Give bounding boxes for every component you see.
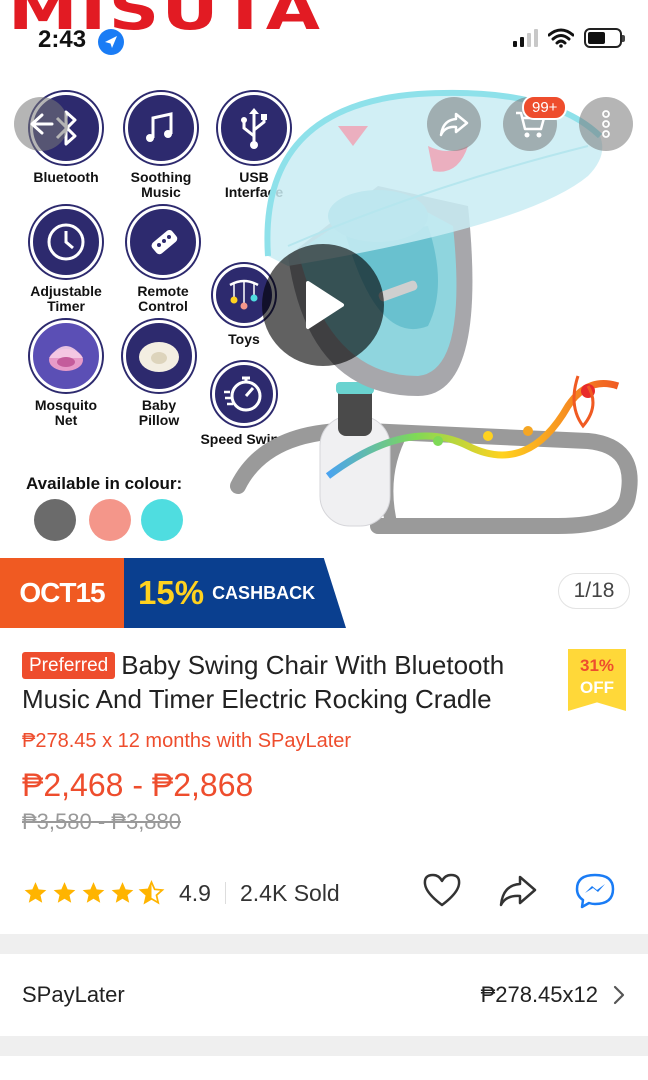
installment-text: ₱278.45 x 12 months with SPayLater <box>22 730 352 752</box>
cart-count-badge: 99+ <box>522 95 568 120</box>
spaylater-label: SPayLater <box>22 982 125 1007</box>
promo-date: OCT15 <box>19 577 105 608</box>
play-icon <box>306 281 344 329</box>
discount-off-label: OFF <box>580 678 614 697</box>
mosquito-net-icon <box>30 320 102 392</box>
section-divider <box>0 1036 648 1056</box>
colour-swatch-grey <box>34 499 76 541</box>
star-full-icon <box>82 882 105 903</box>
rating-stars <box>22 880 165 906</box>
product-title-block: Preferred Baby Swing Chair With Bluetooth… <box>22 648 552 716</box>
feature-label: Baby Pillow <box>138 397 180 428</box>
more-vertical-icon <box>602 110 610 138</box>
music-note-icon <box>125 92 197 164</box>
promo-banner: OCT15 15% CASHBACK <box>0 558 346 628</box>
rating-value: 4.9 <box>179 879 211 906</box>
cellular-signal-icon <box>513 29 538 47</box>
share-icon[interactable] <box>498 872 538 908</box>
wifi-icon <box>548 28 574 48</box>
status-icons <box>513 28 625 48</box>
price-range: ₱2,468 - ₱2,868 <box>22 767 254 803</box>
promo-text: CASHBACK <box>212 582 316 603</box>
clock-icon <box>30 206 102 278</box>
location-arrow-icon <box>98 29 124 55</box>
image-counter: 1/18 <box>558 573 630 609</box>
available-colours-label: Available in colour: <box>26 474 183 493</box>
back-button[interactable] <box>14 97 68 151</box>
feature-label: Adjustable Timer <box>30 283 102 314</box>
divider <box>224 882 226 904</box>
feature-adjustable-timer: Adjustable Timer <box>11 206 121 314</box>
pillow-icon <box>123 320 195 392</box>
promo-cashback-block: 15% CASHBACK <box>124 558 346 628</box>
colour-swatch-teal <box>141 499 183 541</box>
sold-count: 2.4K Sold <box>239 879 340 906</box>
original-price-range: ₱3,580 - ₱3,880 <box>22 809 182 834</box>
promo-date-block: OCT15 <box>0 558 124 628</box>
star-half-icon <box>138 880 165 905</box>
feature-label: Bluetooth <box>33 169 99 185</box>
battery-icon <box>584 28 625 48</box>
discount-percent: 31% <box>579 656 615 675</box>
more-options-button[interactable] <box>579 97 633 151</box>
preferred-badge: Preferred <box>22 652 116 679</box>
share-arrow-icon <box>439 112 469 137</box>
section-divider <box>0 934 648 954</box>
product-page: MISUTA 2:43 Bluetooth Soothing Music USB… <box>0 0 648 1080</box>
spaylater-value: ₱278.45x12 <box>480 982 598 1007</box>
status-time: 2:43 <box>38 26 87 53</box>
product-actions <box>422 872 616 910</box>
colour-swatch-pink <box>89 499 131 541</box>
product-image-gallery[interactable]: MISUTA 2:43 Bluetooth Soothing Music USB… <box>0 0 648 630</box>
star-full-icon <box>111 882 134 903</box>
discount-badge: 31% OFF <box>568 649 626 711</box>
feature-label: Mosquito Net <box>34 397 98 428</box>
share-button[interactable] <box>427 97 481 151</box>
chevron-right-icon <box>613 985 625 1005</box>
rating-row: 4.9 2.4K Sold <box>22 870 626 916</box>
star-full-icon <box>53 882 76 903</box>
messenger-icon[interactable] <box>574 872 616 910</box>
promo-percent: 15% <box>138 574 205 611</box>
spaylater-row[interactable]: SPayLater ₱278.45x12 <box>0 954 648 1036</box>
star-full-icon <box>24 882 47 903</box>
heart-icon[interactable] <box>422 872 462 908</box>
play-video-button[interactable] <box>262 244 384 366</box>
arrow-left-icon <box>30 113 54 135</box>
feature-label: Soothing Music <box>130 169 192 200</box>
